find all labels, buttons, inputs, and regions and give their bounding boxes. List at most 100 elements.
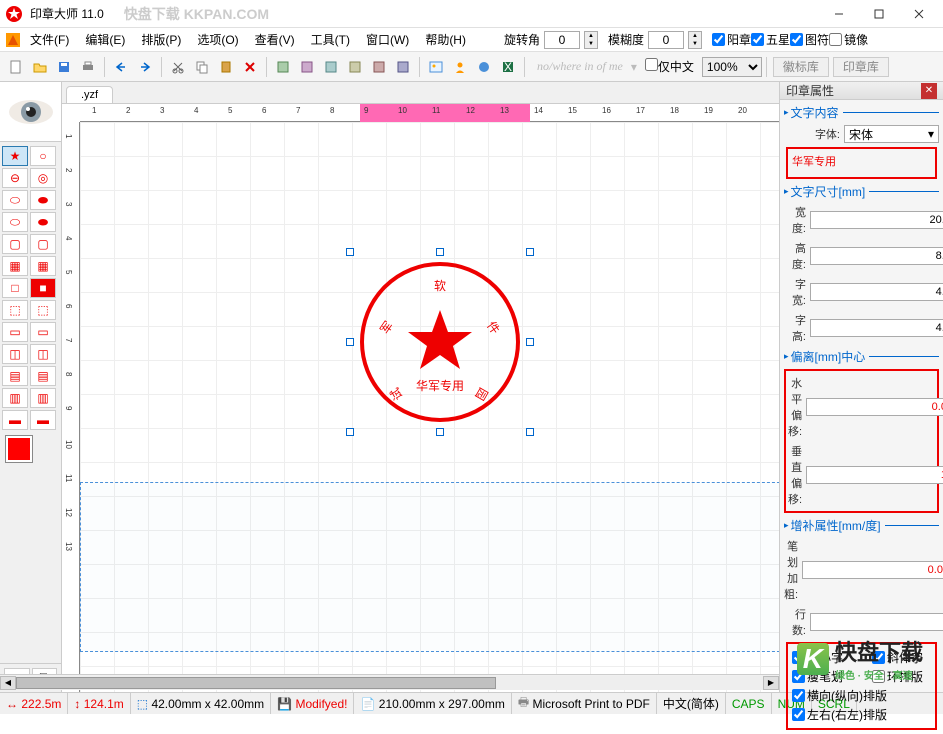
tool-bar1[interactable]: ▬ bbox=[2, 410, 28, 430]
scroll-thumb[interactable] bbox=[16, 677, 496, 689]
tool-minus-circle[interactable]: ⊖ bbox=[2, 168, 28, 188]
cb-hollow[interactable]: 空心字 bbox=[792, 648, 843, 667]
cb-ring[interactable]: 环排版 bbox=[872, 667, 923, 686]
width-input[interactable] bbox=[810, 211, 943, 229]
properties-close-button[interactable]: ✕ bbox=[921, 83, 937, 99]
menu-tools[interactable]: 工具(T) bbox=[303, 29, 358, 50]
tool-split2[interactable]: ◫ bbox=[30, 344, 56, 364]
color-swatch-red[interactable] bbox=[6, 436, 32, 462]
menu-file[interactable]: 文件(F) bbox=[22, 29, 77, 50]
tool-e[interactable] bbox=[368, 56, 390, 78]
cb-symbol[interactable]: 图符 bbox=[790, 31, 829, 48]
blur-input[interactable] bbox=[648, 31, 684, 49]
cb-chinese-only[interactable]: 仅中文 bbox=[645, 58, 694, 75]
tool-rect2[interactable]: ▭ bbox=[30, 322, 56, 342]
open-button[interactable] bbox=[29, 56, 51, 78]
char-width-input[interactable] bbox=[810, 283, 943, 301]
menu-view[interactable]: 查看(V) bbox=[247, 29, 303, 50]
stamp-text-input[interactable]: 华军专用 bbox=[786, 147, 937, 179]
tool-f[interactable] bbox=[392, 56, 414, 78]
tool-split1[interactable]: ◫ bbox=[2, 344, 28, 364]
menu-window[interactable]: 窗口(W) bbox=[358, 29, 417, 50]
tool-c[interactable] bbox=[320, 56, 342, 78]
tool-h1[interactable]: ▤ bbox=[2, 366, 28, 386]
minimize-button[interactable] bbox=[819, 0, 859, 28]
tab-file[interactable]: .yzf bbox=[66, 86, 113, 103]
tool-grid[interactable]: ▦ bbox=[2, 256, 28, 276]
globe-button[interactable] bbox=[473, 56, 495, 78]
tool-dk[interactable]: ⬚ bbox=[2, 300, 28, 320]
handle-n[interactable] bbox=[436, 248, 444, 256]
tool-rounded[interactable]: ▢ bbox=[2, 234, 28, 254]
tool-circle[interactable]: ○ bbox=[30, 146, 56, 166]
handle-e[interactable] bbox=[526, 338, 534, 346]
tool-d[interactable] bbox=[344, 56, 366, 78]
ruler-vertical[interactable]: 12345678910111213 bbox=[62, 122, 80, 692]
handle-ne[interactable] bbox=[526, 248, 534, 256]
image-button[interactable] bbox=[425, 56, 447, 78]
cb-star[interactable]: 五星 bbox=[751, 31, 790, 48]
stamp-lib-button[interactable]: 印章库 bbox=[833, 57, 889, 77]
menu-layout[interactable]: 排版(P) bbox=[133, 29, 189, 50]
ruler-horizontal[interactable]: 1234567891011121314151617181920 bbox=[80, 104, 779, 122]
excel-button[interactable]: X bbox=[497, 56, 519, 78]
tool-ell3[interactable]: ⬭ bbox=[2, 212, 28, 232]
section-extra[interactable]: 增补属性[mm/度] bbox=[784, 515, 939, 536]
cb-lr-layout[interactable]: 左右(右左)排版 bbox=[792, 705, 887, 724]
rows-input[interactable] bbox=[810, 613, 943, 631]
tool-b[interactable] bbox=[296, 56, 318, 78]
canvas[interactable]: 软 件 园 华军专用 试 军 bbox=[80, 122, 779, 692]
h-offset-input[interactable] bbox=[806, 398, 943, 416]
tool-rounded2[interactable]: ▢ bbox=[30, 234, 56, 254]
section-text-size[interactable]: 文字尺寸[mm] bbox=[784, 181, 939, 202]
tool-h2[interactable]: ▤ bbox=[30, 366, 56, 386]
tool-square[interactable]: □ bbox=[2, 278, 28, 298]
cb-hv-layout[interactable]: 横向(纵向)排版 bbox=[792, 686, 887, 705]
cb-italic[interactable]: 斜体字 bbox=[872, 648, 923, 667]
tool-square-fill[interactable]: ■ bbox=[30, 278, 56, 298]
tool-bar2[interactable]: ▬ bbox=[30, 410, 56, 430]
handle-s[interactable] bbox=[436, 428, 444, 436]
handle-w[interactable] bbox=[346, 338, 354, 346]
cb-yang[interactable]: 阳章 bbox=[712, 31, 751, 48]
menu-help[interactable]: 帮助(H) bbox=[417, 29, 474, 50]
tool-ell4[interactable]: ⬬ bbox=[30, 212, 56, 232]
badge-lib-button[interactable]: 徽标库 bbox=[773, 57, 829, 77]
person-button[interactable] bbox=[449, 56, 471, 78]
redo-button[interactable] bbox=[134, 56, 156, 78]
height-input[interactable] bbox=[810, 247, 943, 265]
close-button[interactable] bbox=[899, 0, 939, 28]
tool-ellipse2[interactable]: ⬬ bbox=[30, 190, 56, 210]
blur-spinner[interactable]: ▲▼ bbox=[688, 31, 702, 49]
tool-grid2[interactable]: ▦ bbox=[30, 256, 56, 276]
new-button[interactable] bbox=[5, 56, 27, 78]
section-text-content[interactable]: 文字内容 bbox=[784, 102, 939, 123]
paste-button[interactable] bbox=[215, 56, 237, 78]
rotate-spinner[interactable]: ▲▼ bbox=[584, 31, 598, 49]
menu-edit[interactable]: 编辑(E) bbox=[77, 29, 133, 50]
tool-rect1[interactable]: ▭ bbox=[2, 322, 28, 342]
handle-se[interactable] bbox=[526, 428, 534, 436]
save-button[interactable] bbox=[53, 56, 75, 78]
maximize-button[interactable] bbox=[859, 0, 899, 28]
tool-ring[interactable]: ◎ bbox=[30, 168, 56, 188]
zoom-select[interactable]: 100% bbox=[702, 57, 762, 77]
stamp-object[interactable]: 软 件 园 华军专用 试 军 bbox=[350, 252, 530, 432]
handle-sw[interactable] bbox=[346, 428, 354, 436]
menu-options[interactable]: 选项(O) bbox=[189, 29, 246, 50]
cut-button[interactable] bbox=[167, 56, 189, 78]
tool-ellipse[interactable]: ⬭ bbox=[2, 190, 28, 210]
h-scrollbar[interactable]: ◀ ▶ bbox=[0, 674, 779, 690]
tool-dk2[interactable]: ⬚ bbox=[30, 300, 56, 320]
scroll-right-button[interactable]: ▶ bbox=[763, 676, 779, 690]
print-button[interactable] bbox=[77, 56, 99, 78]
handle-nw[interactable] bbox=[346, 248, 354, 256]
char-height-input[interactable] bbox=[810, 319, 943, 337]
bold-input[interactable] bbox=[802, 561, 943, 579]
v-offset-input[interactable] bbox=[806, 466, 943, 484]
delete-button[interactable] bbox=[239, 56, 261, 78]
rotate-input[interactable] bbox=[544, 31, 580, 49]
tool-star[interactable]: ★ bbox=[2, 146, 28, 166]
tool-a[interactable] bbox=[272, 56, 294, 78]
font-combo[interactable]: 宋体▾ bbox=[844, 125, 939, 143]
